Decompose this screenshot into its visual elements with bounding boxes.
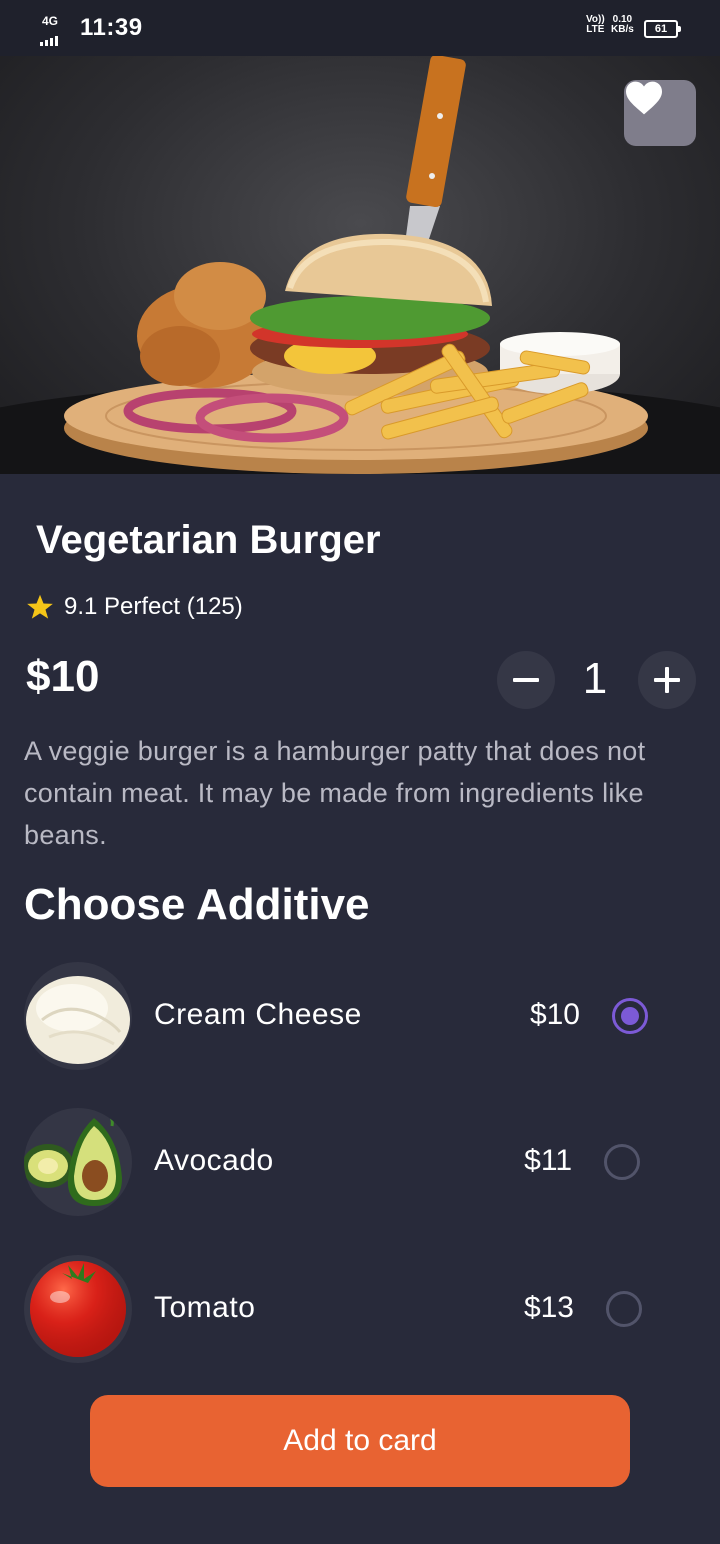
network-type: 4G: [42, 14, 59, 28]
quantity-value: 1: [582, 654, 608, 703]
rating-text: 9.1 Perfect (125): [64, 593, 243, 620]
plus-icon: [654, 667, 680, 693]
additive-price: $11: [524, 1144, 572, 1177]
additive-radio-selected[interactable]: [612, 998, 648, 1034]
additive-radio[interactable]: [606, 1291, 642, 1327]
quantity-decrement-button[interactable]: [497, 651, 555, 709]
product-hero-image: [0, 56, 720, 474]
favorite-button[interactable]: [624, 80, 696, 146]
rating: 9.1 Perfect (125): [26, 590, 243, 624]
signal-icon: 4G: [40, 14, 74, 46]
additive-item-cream-cheese[interactable]: Cream Cheese $10: [24, 962, 684, 1070]
additive-price: $13: [523, 1291, 574, 1324]
add-to-cart-button[interactable]: Add to card: [90, 1395, 630, 1487]
volte-bottom: LTE: [586, 24, 605, 35]
burger-illustration: [0, 56, 720, 474]
network-speed: 0.10 KB/s: [611, 15, 634, 35]
additive-item-avocado[interactable]: Avocado $11: [24, 1108, 684, 1216]
additive-name: Tomato: [154, 1291, 256, 1324]
quantity-increment-button[interactable]: [638, 651, 696, 709]
status-bar: 4G 11:39 Vo)) LTE 0.10 KB/s 61: [0, 0, 720, 56]
battery-icon: 61: [644, 20, 681, 38]
status-time: 11:39: [80, 14, 143, 41]
additive-item-tomato[interactable]: Tomato $13: [24, 1255, 684, 1363]
heart-icon: [626, 81, 662, 115]
product-description: A veggie burger is a hamburger patty tha…: [24, 736, 646, 850]
additive-name: Avocado: [154, 1144, 274, 1177]
minus-icon: [513, 678, 539, 682]
star-icon: [27, 594, 53, 619]
tomato-image: [24, 1255, 132, 1363]
product-price: $10: [26, 652, 100, 701]
additive-price: $10: [529, 998, 580, 1031]
volte-indicator: Vo)) LTE: [586, 15, 605, 35]
additive-radio[interactable]: [604, 1144, 640, 1180]
speed-unit: KB/s: [611, 24, 634, 35]
avocado-image: [24, 1108, 132, 1216]
additive-name: Cream Cheese: [154, 998, 362, 1031]
cream-cheese-image: [24, 962, 132, 1070]
additives-title: Choose Additive: [24, 880, 370, 929]
product-title: Vegetarian Burger: [36, 518, 381, 562]
